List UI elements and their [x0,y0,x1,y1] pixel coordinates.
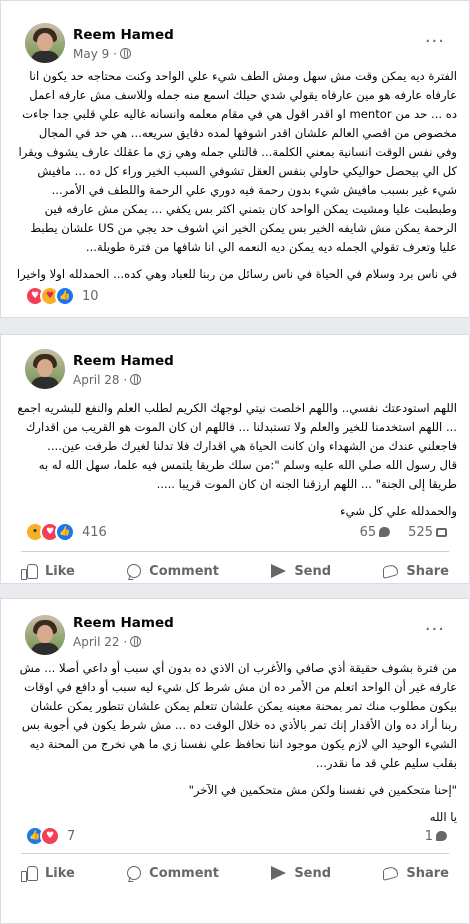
post-date[interactable]: April 22 · [73,635,142,649]
post-card: Reem Hamed April 22 · ··· من فترة بشوف ح… [0,598,470,924]
post-actions: Like Comment Send Share [21,553,449,589]
share-button[interactable]: Share [383,562,449,580]
share-count-text[interactable]: 525 [408,525,433,540]
divider [21,853,449,854]
post-date[interactable]: May 9 · [73,47,131,61]
globe-icon [119,48,131,59]
comment-icon [127,866,142,880]
post-card: Reem Hamed May 9 · ··· الفترة ديه يمكن و… [0,0,470,318]
more-options-button[interactable]: ··· [425,619,445,640]
reactions-summary[interactable]: ♥ ♥ 👍 10 [25,285,99,307]
comment-icon [127,564,142,578]
post-actions: Like Comment Send Share [21,855,449,891]
share-count[interactable]: 525 [408,525,447,540]
post-paragraph: الفترة ديه يمكن وقت مش سهل ومش الطف شيء … [18,69,457,254]
thumbs-up-icon [21,563,38,580]
like-button[interactable]: Like [21,865,75,882]
post-paragraph: اللهم استودعتك نفسي.. واللهم اخلصت نيتي … [17,401,457,453]
share-label: Share [406,865,449,881]
avatar[interactable] [25,349,65,389]
send-button[interactable]: Send [271,866,331,881]
like-reaction-icon: 👍 [55,286,75,306]
post-paragraph: "إحنا متحكمين في نفسنا ولكن مش متحكمين ف… [188,783,457,797]
post-paragraph: والحمدلله علي كل شيء [340,504,457,518]
author-name[interactable]: Reem Hamed [73,353,174,369]
send-button[interactable]: Send [271,564,331,579]
love-reaction-icon: ♥ [40,826,60,846]
share-icon [436,528,447,537]
post-paragraph: يا الله [429,810,457,824]
comment-button[interactable]: Comment [127,564,219,579]
send-label: Send [294,865,332,881]
like-label: Like [45,865,75,881]
comment-count-text[interactable]: 1 [425,829,433,844]
like-button[interactable]: Like [21,563,75,580]
thumbs-up-icon [21,865,38,882]
share-label: Share [406,563,449,579]
send-icon [271,866,287,880]
post-paragraph: في ناس برد وسلام في الحياة في ناس رسائل … [16,267,457,281]
avatar[interactable] [25,23,65,63]
post-text: من فترة بشوف حقيقة أذي صافي والأغرب ان ا… [15,659,457,827]
share-button[interactable]: Share [383,864,449,882]
reaction-count[interactable]: 7 [67,829,75,844]
reaction-count[interactable]: 416 [82,525,107,540]
comment-count-text[interactable]: 65 [360,525,377,540]
post-date[interactable]: April 28 · [73,373,142,387]
send-icon [271,564,287,578]
send-label: Send [294,563,332,579]
comment-count[interactable]: 65 [360,525,391,540]
comment-bubble-icon [436,831,447,841]
post-card: Reem Hamed April 28 · اللهم استودعتك نفس… [0,334,470,584]
like-reaction-icon: 👍 [55,522,75,542]
engagement-stats: 65 525 [360,525,447,540]
post-paragraph: قال رسول الله صلي الله عليه وسلم ":من سل… [38,458,457,491]
post-paragraph: من فترة بشوف حقيقة أذي صافي والأغرب ان ا… [19,661,457,770]
author-name[interactable]: Reem Hamed [73,27,174,43]
like-label: Like [45,563,75,579]
reactions-summary[interactable]: 👍 ♥ 7 [25,825,75,847]
author-name[interactable]: Reem Hamed [73,615,174,631]
comment-button[interactable]: Comment [127,866,219,881]
post-text: الفترة ديه يمكن وقت مش سهل ومش الطف شيء … [15,67,457,284]
reactions-summary[interactable]: • ♥ 👍 416 [25,521,107,543]
share-arrow-icon [383,864,399,882]
comment-count[interactable]: 1 [425,829,447,844]
post-date-text[interactable]: May 9 · [73,47,117,61]
post-date-text[interactable]: April 22 · [73,635,127,649]
more-options-button[interactable]: ··· [425,31,445,52]
comment-label: Comment [149,865,220,881]
reaction-count[interactable]: 10 [82,289,99,304]
post-text: اللهم استودعتك نفسي.. واللهم اخلصت نيتي … [15,399,457,521]
divider [21,551,449,552]
avatar[interactable] [25,615,65,655]
globe-icon [130,374,142,385]
post-date-text[interactable]: April 28 · [73,373,127,387]
comment-label: Comment [149,563,220,579]
share-arrow-icon [383,562,399,580]
engagement-stats: 1 [425,829,447,844]
globe-icon [130,636,142,647]
comment-bubble-icon [379,527,391,537]
